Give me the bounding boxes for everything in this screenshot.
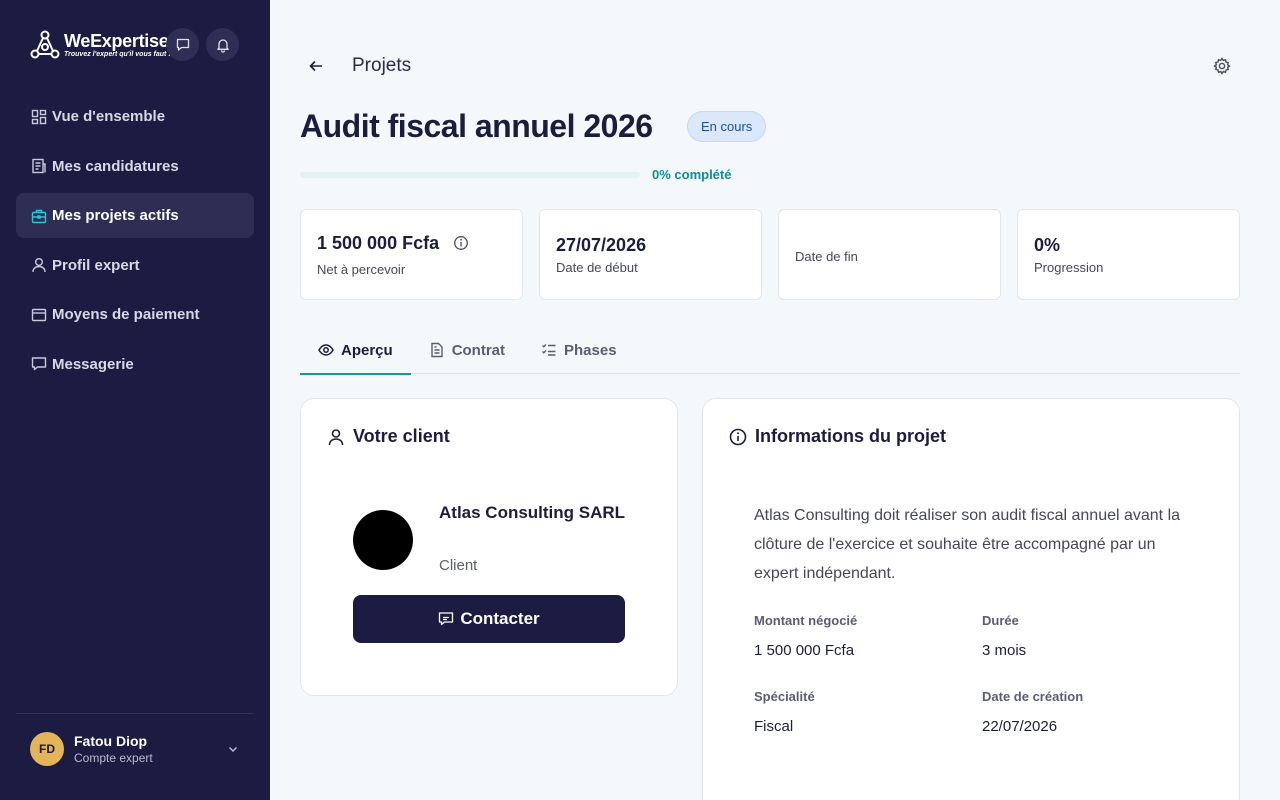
sidebar-item-payment-methods[interactable]: Moyens de paiement xyxy=(16,292,254,337)
breadcrumb[interactable]: Projets xyxy=(352,54,411,78)
sidebar-item-messaging[interactable]: Messagerie xyxy=(16,342,254,387)
card-icon xyxy=(31,308,47,321)
project-description: Atlas Consulting doit réaliser son audit… xyxy=(754,507,1181,582)
stat-card-start-date: 27/07/2026 Date de début xyxy=(539,209,762,300)
info-value: Fiscal xyxy=(754,718,794,735)
user-icon xyxy=(328,428,344,445)
contact-button-label: Contacter xyxy=(460,609,540,628)
sidebar-item-expert-profile[interactable]: Profil expert xyxy=(16,243,254,288)
progress-bar xyxy=(300,172,640,178)
gear-icon[interactable] xyxy=(1212,56,1232,76)
page-title: Audit fiscal annuel 2026 xyxy=(300,108,653,144)
tab-contract[interactable]: Contrat xyxy=(411,326,523,374)
user-role: Compte expert xyxy=(74,750,153,765)
card-title: Votre client xyxy=(353,426,450,446)
sidebar: WeExpertise Trouvez l'expert qu'il vous … xyxy=(0,0,270,800)
client-role: Client xyxy=(439,557,478,574)
user-icon xyxy=(32,258,46,273)
tab-label: Aperçu xyxy=(341,341,393,359)
stat-value: 0% xyxy=(1034,234,1061,255)
sidebar-nav: Vue d'ensemble Mes candidatures Mes proj… xyxy=(16,94,254,391)
chat-icon xyxy=(31,357,47,371)
main-content: Projets Audit fiscal annuel 2026 En cour… xyxy=(270,0,1280,800)
eye-icon xyxy=(318,344,334,356)
client-name: Atlas Consulting SARL xyxy=(439,503,626,522)
sidebar-item-label: Messagerie xyxy=(52,355,134,373)
project-info-card: Informations du projet Atlas Consulting … xyxy=(702,398,1240,800)
briefcase-icon xyxy=(31,209,47,223)
client-card: Votre client Atlas Consulting SARL Clien… xyxy=(300,398,678,696)
info-value: 1 500 000 Fcfa xyxy=(754,642,855,659)
info-value: 22/07/2026 xyxy=(982,718,1058,735)
status-badge: En cours xyxy=(687,111,767,142)
card-title: Informations du projet xyxy=(755,426,946,446)
sidebar-item-label: Mes candidatures xyxy=(52,157,179,175)
info-field-amount: Montant négocié 1 500 000 Fcfa xyxy=(754,613,857,659)
bell-icon xyxy=(216,38,229,53)
messages-button[interactable] xyxy=(166,28,199,61)
info-label: Montant négocié xyxy=(754,613,858,628)
brand-name: WeExpertise xyxy=(64,31,169,51)
info-label: Date de création xyxy=(982,689,1084,704)
stat-value: 1 500 000 Fcfa xyxy=(317,232,440,253)
info-field-specialty: Spécialité Fiscal xyxy=(754,689,815,735)
info-icon xyxy=(729,428,747,445)
logo-icon xyxy=(30,30,60,59)
info-field-created-date: Date de création 22/07/2026 xyxy=(982,689,1083,735)
contact-button[interactable]: Contacter xyxy=(353,595,625,643)
chevron-down-icon[interactable] xyxy=(226,742,240,756)
document-icon xyxy=(430,342,443,358)
user-name: Fatou Diop xyxy=(74,732,148,749)
info-label: Durée xyxy=(982,613,1019,628)
chat-icon xyxy=(439,612,454,626)
info-value: 3 mois xyxy=(982,642,1027,659)
stats-row: 1 500 000 Fcfa Net à percevoir 27/07/202… xyxy=(300,209,1240,300)
info-label: Spécialité xyxy=(754,689,815,704)
arrow-left-icon xyxy=(309,60,322,72)
stat-label: Date de fin xyxy=(795,249,858,264)
sidebar-item-active-projects[interactable]: Mes projets actifs xyxy=(16,193,254,238)
tab-overview[interactable]: Aperçu xyxy=(300,326,411,375)
back-button[interactable] xyxy=(304,54,328,78)
info-field-duration: Durée 3 mois xyxy=(982,613,1026,659)
notifications-button[interactable] xyxy=(206,28,239,61)
tab-label: Contrat xyxy=(451,341,506,359)
checklist-icon xyxy=(542,344,556,356)
client-avatar xyxy=(353,510,413,570)
stat-label: Net à percevoir xyxy=(317,261,406,277)
tab-phases[interactable]: Phases xyxy=(523,326,635,374)
tab-label: Phases xyxy=(564,341,617,359)
progress-label: 0% complété xyxy=(652,167,732,182)
stat-value: 27/07/2026 xyxy=(556,234,647,255)
stat-label: Date de début xyxy=(556,259,638,275)
stat-card-end-date: Date de fin xyxy=(778,209,1001,300)
brand-logo[interactable]: WeExpertise Trouvez l'expert qu'il vous … xyxy=(30,30,171,60)
sidebar-item-applications[interactable]: Mes candidatures xyxy=(16,144,254,189)
user-menu[interactable]: FD Fatou Diop Compte expert xyxy=(16,713,254,783)
sidebar-item-overview[interactable]: Vue d'ensemble xyxy=(16,94,254,139)
sidebar-item-label: Moyens de paiement xyxy=(52,306,200,323)
info-icon[interactable] xyxy=(453,235,469,251)
stat-label: Progression xyxy=(1034,259,1104,275)
stat-card-net-amount: 1 500 000 Fcfa Net à percevoir xyxy=(300,209,523,300)
sidebar-item-label: Vue d'ensemble xyxy=(52,108,166,125)
avatar: FD xyxy=(30,731,64,766)
sidebar-item-label: Mes projets actifs xyxy=(52,207,179,224)
document-icon xyxy=(32,158,46,174)
brand-tagline: Trouvez l'expert qu'il vous faut ! xyxy=(64,51,171,58)
tab-bar: Aperçu Contrat Phases xyxy=(300,326,1240,375)
sidebar-item-label: Profil expert xyxy=(52,256,140,274)
dashboard-icon xyxy=(31,109,47,124)
stat-card-progress: 0% Progression xyxy=(1017,209,1240,300)
chat-icon xyxy=(176,38,189,51)
